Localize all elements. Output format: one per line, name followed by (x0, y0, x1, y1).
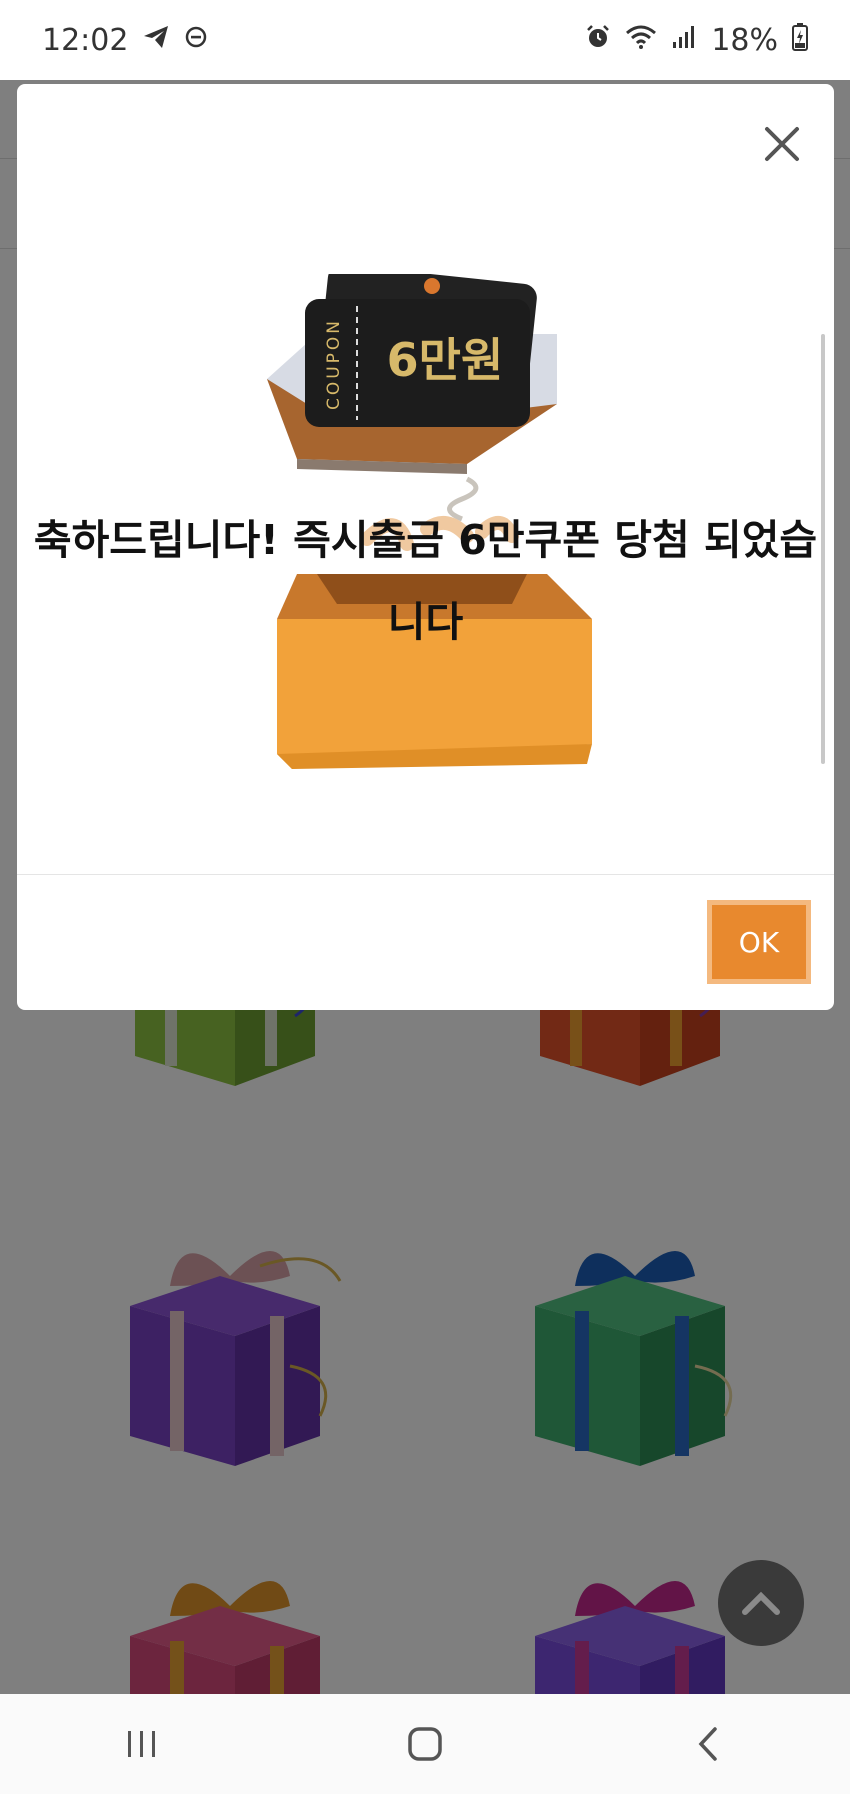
battery-icon (792, 22, 808, 58)
battery-percent: 18% (711, 22, 778, 58)
prize-modal: COUPON 6만원 축하드립니다! 즉시출금 6만쿠폰 당첨 되었습니다 OK (17, 84, 834, 1010)
close-icon (765, 127, 799, 161)
home-icon (408, 1727, 442, 1761)
back-button[interactable] (648, 1704, 768, 1784)
back-icon (698, 1727, 718, 1761)
home-button[interactable] (365, 1704, 485, 1784)
alarm-icon (585, 24, 611, 57)
coupon-amount: 6만원 (387, 333, 504, 387)
do-not-disturb-icon (184, 25, 208, 56)
signal-icon (671, 24, 697, 57)
chevron-up-icon (742, 1591, 780, 1615)
wifi-icon (625, 24, 657, 57)
modal-scrollbar[interactable] (821, 334, 825, 764)
navigation-bar (0, 1694, 850, 1794)
telegram-icon (142, 24, 170, 57)
status-left: 12:02 (42, 23, 208, 58)
status-bar: 12:02 18% (0, 0, 850, 80)
recent-apps-icon (127, 1731, 155, 1757)
status-time: 12:02 (42, 22, 129, 58)
close-button[interactable] (757, 119, 807, 169)
status-right: 18% (585, 22, 808, 58)
modal-divider (17, 874, 834, 875)
recent-apps-button[interactable] (82, 1704, 202, 1784)
coupon-label: COUPON (324, 318, 344, 410)
prize-message: 축하드립니다! 즉시출금 6만쿠폰 당첨 되었습니다 (33, 516, 818, 646)
scroll-top-button[interactable] (718, 1560, 804, 1646)
modal-body: COUPON 6만원 축하드립니다! 즉시출금 6만쿠폰 당첨 되었습니다 (17, 84, 834, 874)
ok-button[interactable]: OK (707, 900, 811, 984)
